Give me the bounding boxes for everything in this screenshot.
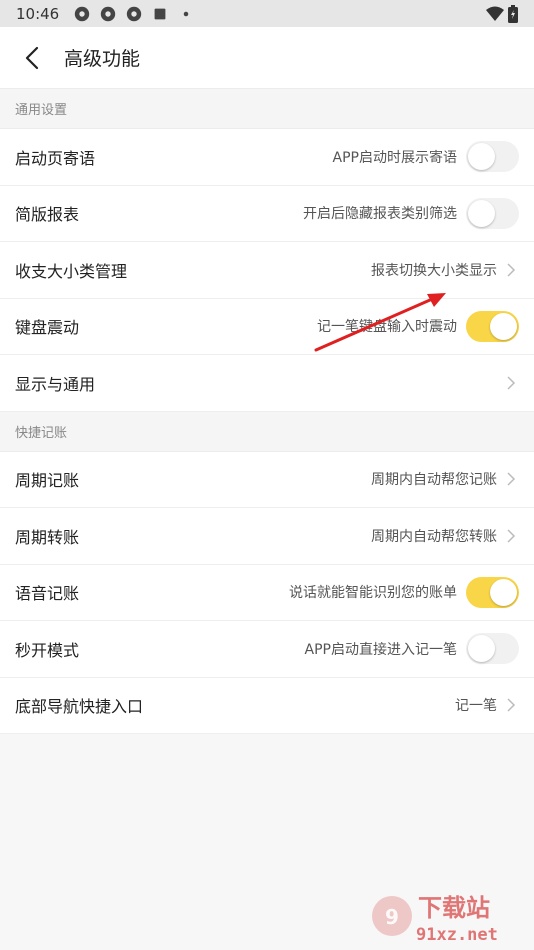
wifi-icon xyxy=(486,6,504,21)
row-label: 启动页寄语 xyxy=(15,148,96,168)
row-voice-bookkeeping[interactable]: 语音记账 说话就能智能识别您的账单 xyxy=(0,564,534,621)
row-simple-report[interactable]: 简版报表 开启后隐藏报表类别筛选 xyxy=(0,185,534,242)
notification-icon xyxy=(127,6,142,21)
watermark-text: 下载站 xyxy=(418,894,490,922)
row-desc: 说话就能智能识别您的账单 xyxy=(289,585,457,602)
dot-icon xyxy=(183,11,189,16)
row-label: 底部导航快捷入口 xyxy=(15,697,144,717)
section-header-general: 通用设置 xyxy=(0,89,534,129)
section-quick: 快捷记账 周期记账 周期内自动帮您记账 周期转账 周期内自动帮您转账 语音记账 … xyxy=(0,411,534,734)
row-periodic-transfer[interactable]: 周期转账 周期内自动帮您转账 xyxy=(0,508,534,565)
keyboard-vibration-toggle[interactable] xyxy=(466,310,519,342)
notification-icon xyxy=(75,6,90,21)
row-desc: 报表切换大小类显示 xyxy=(371,262,497,279)
row-label: 语音记账 xyxy=(15,584,80,604)
stop-icon xyxy=(154,8,166,19)
battery-icon xyxy=(508,4,518,23)
toggle-knob xyxy=(468,199,495,227)
row-desc: 开启后隐藏报表类别筛选 xyxy=(303,206,457,223)
status-time: 10:46 xyxy=(16,4,60,23)
row-instant-open[interactable]: 秒开模式 APP启动直接进入记一笔 xyxy=(0,621,534,678)
svg-text:9: 9 xyxy=(385,905,399,929)
toggle-knob xyxy=(468,635,495,663)
row-label: 键盘震动 xyxy=(15,318,80,338)
row-category-management[interactable]: 收支大小类管理 报表切换大小类显示 xyxy=(0,242,534,299)
row-label: 简版报表 xyxy=(15,205,80,225)
chevron-right-icon xyxy=(507,698,516,712)
status-right xyxy=(486,4,518,23)
row-desc: 记一笔键盘输入时震动 xyxy=(317,319,457,336)
row-launch-message[interactable]: 启动页寄语 APP启动时展示寄语 xyxy=(0,129,534,186)
notification-icon xyxy=(101,6,116,21)
row-label: 收支大小类管理 xyxy=(15,261,128,281)
voice-bookkeeping-toggle[interactable] xyxy=(466,576,519,608)
chevron-right-icon xyxy=(507,529,516,543)
watermark-domain: 91xz.net xyxy=(416,925,498,945)
page-title: 高级功能 xyxy=(64,48,141,70)
chevron-right-icon xyxy=(507,472,516,486)
launch-message-toggle[interactable] xyxy=(466,141,519,173)
toggle-knob xyxy=(490,578,517,606)
row-label: 秒开模式 xyxy=(15,640,80,660)
row-label: 周期记账 xyxy=(15,471,80,491)
simple-report-toggle[interactable] xyxy=(466,197,519,229)
row-bottom-nav-shortcut[interactable]: 底部导航快捷入口 记一笔 xyxy=(0,677,534,734)
row-desc: 周期内自动帮您转账 xyxy=(371,528,497,545)
back-arrow-icon xyxy=(25,46,39,69)
top-bar: 高级功能 xyxy=(0,27,534,89)
chevron-right-icon xyxy=(507,263,516,277)
row-display-general[interactable]: 显示与通用 xyxy=(0,355,534,412)
section-header-quick: 快捷记账 xyxy=(0,411,534,452)
row-keyboard-vibration[interactable]: 键盘震动 记一笔键盘输入时震动 xyxy=(0,298,534,355)
toggle-knob xyxy=(490,312,517,340)
back-button[interactable] xyxy=(0,27,64,89)
toggle-knob xyxy=(468,143,495,171)
row-label: 显示与通用 xyxy=(15,374,96,394)
watermark-logo: 9 下载站 91xz.net xyxy=(372,894,498,945)
row-desc: APP启动时展示寄语 xyxy=(332,149,457,166)
section-general: 通用设置 启动页寄语 APP启动时展示寄语 简版报表 开启后隐藏报表类别筛选 收… xyxy=(0,89,534,412)
row-desc: 周期内自动帮您记账 xyxy=(371,472,497,489)
status-bar: 10:46 xyxy=(0,0,534,27)
row-periodic-bookkeeping[interactable]: 周期记账 周期内自动帮您记账 xyxy=(0,451,534,508)
instant-open-toggle[interactable] xyxy=(466,633,519,665)
row-label: 周期转账 xyxy=(15,527,80,547)
chevron-right-icon xyxy=(507,376,516,390)
row-desc: 记一笔 xyxy=(455,698,497,715)
row-desc: APP启动直接进入记一笔 xyxy=(304,641,457,658)
